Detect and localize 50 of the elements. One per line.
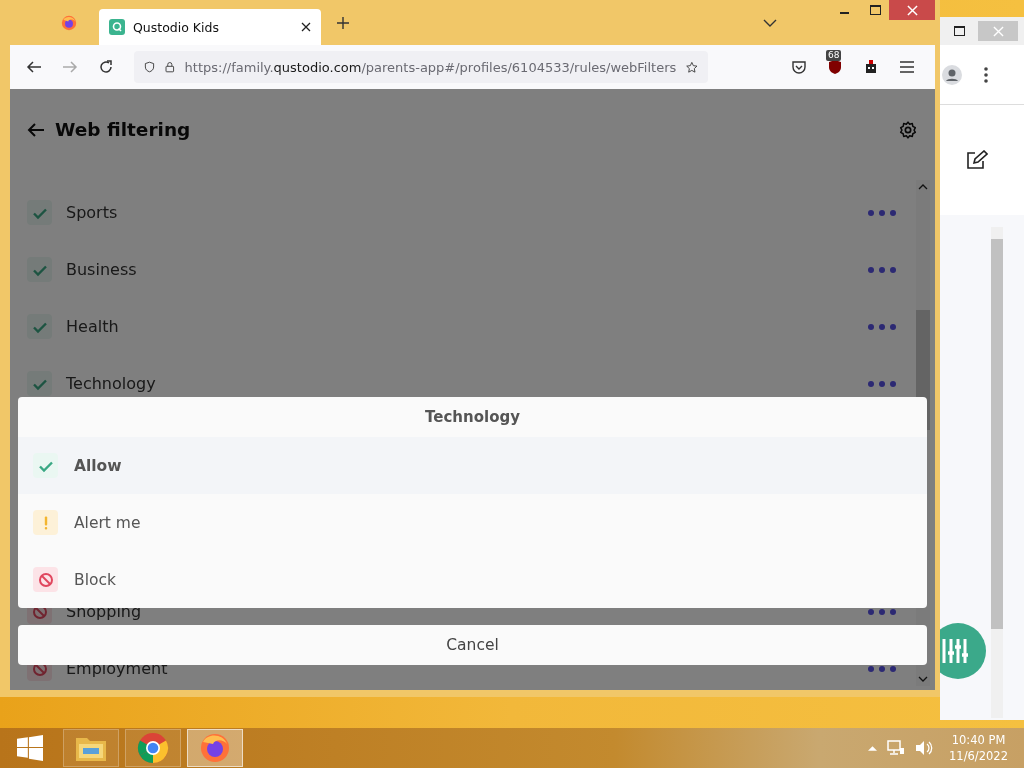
- firefox-icon[interactable]: [61, 14, 77, 31]
- more-icon[interactable]: [868, 608, 896, 615]
- category-name: Health: [66, 317, 119, 336]
- check-icon: [33, 453, 58, 478]
- more-icon[interactable]: [868, 665, 896, 672]
- category-name: Sports: [66, 203, 118, 222]
- menu-option[interactable]: Alert me: [18, 494, 927, 551]
- edit-icon[interactable]: [966, 150, 988, 170]
- q-icon: [109, 19, 125, 35]
- back-arrow-icon[interactable]: [27, 121, 45, 138]
- back-icon[interactable]: [26, 59, 42, 75]
- chrome-icon[interactable]: [125, 729, 181, 767]
- category-name: Technology: [66, 374, 156, 393]
- menu-option[interactable]: Block: [18, 551, 927, 608]
- more-icon[interactable]: [868, 266, 896, 273]
- scroll-thumb[interactable]: [991, 239, 1003, 629]
- menu-icon[interactable]: [899, 60, 915, 74]
- scroll-down-icon[interactable]: [918, 676, 928, 682]
- menu-option[interactable]: Allow: [18, 437, 927, 494]
- lock-icon[interactable]: [165, 59, 175, 75]
- extension-icon[interactable]: [863, 59, 879, 75]
- shield-icon[interactable]: [144, 59, 155, 75]
- sheet-title: Technology: [424, 407, 521, 428]
- folder-icon[interactable]: [63, 729, 119, 767]
- category-name: Business: [66, 260, 137, 279]
- reload-icon[interactable]: [98, 59, 114, 75]
- page-title: Web filtering: [55, 119, 191, 140]
- cancel-button[interactable]: Cancel: [18, 625, 927, 665]
- exclamation-icon: [33, 510, 58, 535]
- profile-icon[interactable]: [942, 64, 962, 85]
- block-icon: [33, 567, 58, 592]
- browser-tab[interactable]: Qustodio Kids: [99, 9, 321, 45]
- url-text: https://family.qustodio.com/parents-app#/profiles/6104533/rules/webFilters: [184, 59, 677, 75]
- chevron-down-icon[interactable]: [763, 18, 777, 27]
- scroll-up-icon[interactable]: [918, 184, 928, 190]
- volume-icon[interactable]: [915, 740, 934, 756]
- more-icon[interactable]: [868, 323, 896, 330]
- plus-icon[interactable]: [336, 15, 350, 30]
- menu-icon[interactable]: [984, 66, 988, 83]
- address-bar[interactable]: https://family.qustodio.com/parents-app#/profiles/6104533/rules/webFilters: [134, 51, 708, 83]
- scrollbar[interactable]: [991, 227, 1003, 718]
- count-badge: 68: [826, 50, 842, 61]
- close-icon[interactable]: [301, 22, 311, 32]
- filter-button[interactable]: [940, 623, 986, 679]
- firefox-icon[interactable]: [187, 729, 243, 767]
- settings-icon[interactable]: [898, 119, 918, 140]
- more-icon[interactable]: [868, 380, 896, 387]
- shield-icon[interactable]: [827, 59, 843, 75]
- pocket-icon[interactable]: [791, 59, 807, 75]
- more-icon[interactable]: [868, 209, 896, 216]
